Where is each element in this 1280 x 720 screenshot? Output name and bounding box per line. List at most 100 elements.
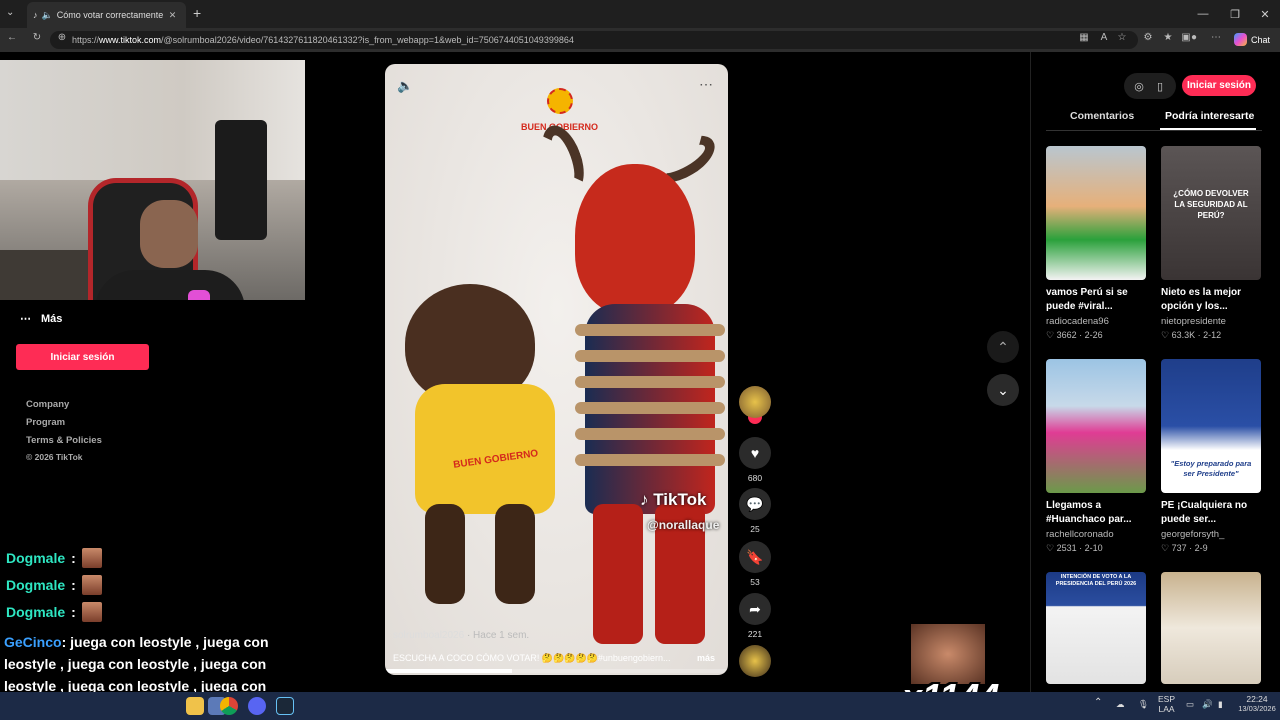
- thumbnail-overlay-text: "Estoy preparado para ser Presidente": [1170, 459, 1252, 478]
- compass-icon[interactable]: ◎: [1129, 76, 1149, 96]
- bookmark-icon[interactable]: 🔖: [739, 541, 771, 573]
- footer-link-company[interactable]: Company: [26, 399, 69, 410]
- site-info-icon[interactable]: ⊕: [54, 32, 70, 43]
- copilot-icon: [1234, 33, 1247, 46]
- refresh-icon[interactable]: ↻: [29, 32, 45, 43]
- tab-title: Cómo votar correctamente en: [56, 10, 165, 20]
- file-explorer-icon[interactable]: [186, 697, 204, 715]
- card-user[interactable]: nietopresidente: [1161, 316, 1261, 327]
- card-stats: ♡ 63.3K · 2-12: [1161, 330, 1222, 340]
- emote-overlay-image: [911, 624, 985, 684]
- author-avatar-button[interactable]: +: [738, 386, 772, 424]
- restore-button[interactable]: ❐: [1218, 0, 1252, 28]
- chat-emote: [81, 548, 102, 568]
- back-icon[interactable]: ←: [4, 32, 20, 43]
- volume-tray-icon[interactable]: 🔊: [1202, 699, 1213, 709]
- copilot-chat-button[interactable]: Chat: [1234, 33, 1270, 46]
- suggested-video-card[interactable]: "Estoy preparado para ser Presidente" PE…: [1161, 359, 1261, 554]
- video-thumbnail[interactable]: [1046, 359, 1146, 493]
- video-author-line[interactable]: solrumboal2026 · Hace 1 sem.: [393, 630, 529, 641]
- suggested-video-card[interactable]: Llegamos a #Huanchaco par... rachellcoro…: [1046, 359, 1146, 554]
- card-user[interactable]: radiocadena96: [1046, 316, 1146, 327]
- discord-icon[interactable]: [248, 697, 266, 715]
- close-window-button[interactable]: ✕: [1248, 0, 1280, 28]
- favorites-icon[interactable]: ★: [1160, 32, 1176, 43]
- card-title: vamos Perú si se puede #viral...: [1046, 287, 1128, 312]
- avatar[interactable]: [739, 386, 771, 418]
- network-icon[interactable]: ☁: [1116, 699, 1125, 709]
- battery-icon[interactable]: ▮: [1218, 699, 1223, 709]
- more-menu[interactable]: ⋯ Más: [20, 312, 62, 326]
- url-prefix: https://: [72, 35, 100, 45]
- video-progress-bar[interactable]: [385, 669, 728, 673]
- mic-icon[interactable]: 🎙: [1138, 699, 1149, 709]
- more-menu-icon[interactable]: ⋯: [1208, 32, 1224, 43]
- suggested-video-card[interactable]: [1161, 572, 1261, 684]
- next-video-button[interactable]: ⌄: [987, 374, 1019, 406]
- tab-comments[interactable]: Comentarios: [1070, 110, 1134, 122]
- like-action[interactable]: ♥ 680: [738, 437, 772, 483]
- heart-outline-icon: ♡: [1161, 330, 1170, 340]
- devil-figure: [534, 119, 725, 644]
- speaker-icon[interactable]: 🔈: [42, 10, 53, 21]
- tab-interesting[interactable]: Podría interesarte: [1165, 110, 1254, 122]
- read-aloud-icon[interactable]: A: [1096, 32, 1112, 43]
- tab-list-button[interactable]: ⌄: [6, 7, 14, 18]
- footer-link-terms[interactable]: Terms & Policies: [26, 435, 102, 446]
- save-action[interactable]: 🔖 53: [738, 541, 772, 587]
- close-tab-icon[interactable]: ✕: [169, 10, 177, 21]
- language-indicator[interactable]: ESP LAA: [1158, 694, 1175, 714]
- comment-count: 25: [750, 524, 760, 534]
- steam-icon[interactable]: [276, 697, 294, 715]
- url-bar[interactable]: https://www.tiktok.com/@solrumboal2026/v…: [50, 31, 1138, 49]
- comment-icon[interactable]: 💬: [739, 488, 771, 520]
- suggested-video-card[interactable]: ¿CÓMO DEVOLVER LA SEGURIDAD AL PERÚ? Nie…: [1161, 146, 1261, 341]
- video-player[interactable]: 🔈 ⋯ BUEN GOBIERNO BUEN GOBIERNO ♪ TikTok…: [385, 64, 728, 675]
- comment-action[interactable]: 💬 25: [738, 488, 772, 534]
- card-user[interactable]: georgeforsyth_: [1161, 529, 1261, 540]
- profile-icon[interactable]: ●: [1186, 32, 1202, 43]
- extensions-icon[interactable]: ⚙: [1140, 32, 1156, 43]
- heart-outline-icon: ♡: [1046, 543, 1055, 553]
- suggested-video-card[interactable]: vamos Perú si se puede #viral... radioca…: [1046, 146, 1146, 341]
- video-thumbnail[interactable]: ¿CÓMO DEVOLVER LA SEGURIDAD AL PERÚ?: [1161, 146, 1261, 280]
- heart-icon[interactable]: ♥: [739, 437, 771, 469]
- video-thumbnail[interactable]: "Estoy preparado para ser Presidente": [1161, 359, 1261, 493]
- chrome-icon[interactable]: [220, 697, 238, 715]
- video-thumbnail[interactable]: [1161, 572, 1261, 684]
- login-button[interactable]: Iniciar sesión: [16, 344, 149, 370]
- previous-video-button[interactable]: ⌃: [987, 331, 1019, 363]
- login-button-top[interactable]: Iniciar sesión: [1182, 75, 1256, 96]
- suggested-video-card[interactable]: INTENCIÓN DE VOTO A LA PRESIDENCIA DEL P…: [1046, 572, 1146, 684]
- chat-label: Chat: [1251, 34, 1271, 45]
- video-thumbnail[interactable]: INTENCIÓN DE VOTO A LA PRESIDENCIA DEL P…: [1046, 572, 1146, 684]
- video-author[interactable]: solrumboal2026: [393, 630, 464, 641]
- chat-username: GeCinco: [4, 634, 62, 650]
- more-dots-icon: ⋯: [20, 313, 31, 325]
- chat-username: Dogmale: [6, 577, 66, 593]
- share-action[interactable]: ➦ 221: [738, 593, 772, 639]
- clock[interactable]: 22:24 13/03/2026: [1236, 694, 1278, 714]
- chat-username: Dogmale: [6, 604, 66, 620]
- translate-icon[interactable]: ▦: [1076, 32, 1092, 43]
- minimize-button[interactable]: —: [1186, 0, 1220, 28]
- wifi-icon[interactable]: ▭: [1186, 699, 1194, 709]
- volume-icon[interactable]: 🔈: [397, 78, 413, 94]
- share-icon[interactable]: ➦: [739, 593, 771, 625]
- browser-tab[interactable]: ♪ 🔈 Cómo votar correctamente en ✕: [27, 2, 186, 28]
- music-disc-icon[interactable]: [739, 645, 771, 677]
- footer-link-program[interactable]: Program: [26, 417, 65, 428]
- card-title: Nieto es la mejor opción y los...: [1161, 287, 1242, 312]
- new-tab-button[interactable]: +: [193, 5, 201, 21]
- video-options-icon[interactable]: ⋯: [699, 76, 713, 93]
- caption-more-button[interactable]: más: [697, 653, 715, 663]
- music-disc-button[interactable]: [738, 645, 772, 677]
- tray-overflow-icon[interactable]: ⌃: [1094, 698, 1102, 708]
- progress-fill: [385, 669, 512, 673]
- phone-icon[interactable]: ▯: [1150, 76, 1170, 96]
- video-thumbnail[interactable]: [1046, 146, 1146, 280]
- favorite-star-icon[interactable]: ☆: [1114, 32, 1130, 43]
- heart-outline-icon: ♡: [1161, 543, 1170, 553]
- card-user[interactable]: rachellcoronado: [1046, 529, 1146, 540]
- like-count: 680: [747, 473, 763, 483]
